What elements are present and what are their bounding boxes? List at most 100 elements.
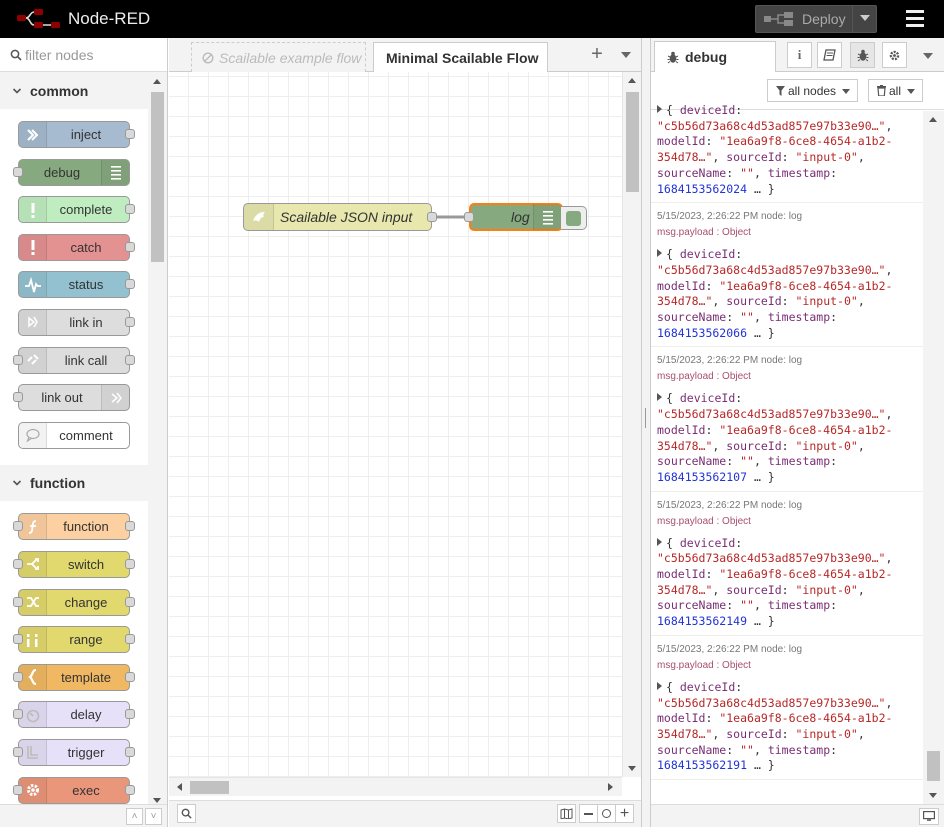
scroll-left-icon[interactable] (177, 783, 182, 791)
scroll-up-icon[interactable] (929, 117, 937, 122)
debug-message-path[interactable]: msg.payload : Object (657, 514, 923, 530)
palette-node-delay[interactable]: delay (13, 701, 135, 729)
search-flows-button[interactable] (177, 804, 196, 823)
workspace: Scailable example flow Minimal Scailable… (169, 38, 641, 827)
tab-scailable-example-flow[interactable]: Scailable example flow (191, 42, 366, 72)
add-flow-button[interactable]: + (587, 44, 607, 64)
scroll-up-icon[interactable] (153, 79, 161, 84)
palette-node-link-call[interactable]: link call (13, 346, 135, 374)
expand-arrow-icon[interactable] (657, 537, 662, 546)
value-sourceId: "input-0" (795, 726, 858, 741)
scrollbar-thumb[interactable] (151, 92, 164, 262)
expand-arrow-icon[interactable] (657, 249, 662, 258)
main-menu-button[interactable] (906, 10, 928, 28)
palette-node-trigger[interactable]: trigger (13, 738, 135, 766)
palette-node-function[interactable]: function (13, 513, 135, 541)
help-tab-button[interactable] (817, 42, 842, 68)
palette-node-change[interactable]: change (13, 588, 135, 616)
key-modelId: modelId (657, 711, 706, 726)
output-port[interactable] (427, 212, 437, 222)
scroll-up-icon[interactable] (628, 78, 636, 83)
flow-list-dropdown-icon[interactable] (621, 52, 631, 58)
zoom-in-button[interactable]: + (615, 804, 634, 823)
palette-category-common[interactable]: common (0, 73, 148, 109)
tab-minimal-scailable-flow[interactable]: Minimal Scailable Flow (373, 42, 548, 73)
palette-node-inject[interactable]: inject (18, 121, 135, 148)
palette-category-label: common (30, 83, 89, 99)
separator-grip[interactable] (645, 408, 647, 428)
palette-node-catch[interactable]: catch (18, 233, 135, 261)
navigator-button[interactable] (557, 804, 576, 823)
output-port (125, 784, 135, 795)
scroll-down-icon[interactable] (628, 766, 636, 771)
debug-message-body[interactable]: { deviceId: "c5b56d73a68c4d53ad857e97b33… (657, 247, 923, 341)
palette-scrollbar[interactable] (148, 73, 167, 809)
palette-node-switch[interactable]: switch (13, 550, 135, 578)
function-icon (28, 519, 36, 534)
debug-message-body[interactable]: { deviceId: "c5b56d73a68c4d53ad857e97b33… (657, 536, 923, 630)
expand-arrow-icon[interactable] (657, 105, 662, 113)
palette-node-label: exec (72, 782, 100, 798)
zoom-reset-button[interactable] (597, 804, 616, 823)
debug-message-path[interactable]: msg.payload : Object (657, 225, 923, 241)
palette-filter-input[interactable] (25, 46, 155, 63)
plus-icon: + (619, 804, 630, 822)
scroll-down-icon[interactable] (929, 793, 937, 798)
palette-category-function[interactable]: function (0, 465, 148, 502)
palette-node-debug[interactable]: debug (13, 158, 130, 186)
config-tab-button[interactable] (882, 42, 907, 68)
deploy-dropdown-icon[interactable] (860, 15, 870, 21)
sidebar-tabs: debug i (651, 38, 944, 73)
sidebar-tabs-dropdown-icon[interactable] (923, 53, 933, 59)
canvas-vertical-scrollbar[interactable] (622, 72, 641, 777)
flow-node-scailable-json-input[interactable]: Scailable JSON input (243, 203, 437, 231)
expand-all-button[interactable]: ˅ (145, 808, 162, 825)
debug-message-body[interactable]: { deviceId: "c5b56d73a68c4d53ad857e97b33… (657, 680, 923, 774)
palette-node-comment[interactable]: comment (18, 421, 130, 449)
debug-scrollbar[interactable] (923, 111, 944, 804)
debug-message[interactable]: 5/15/2023, 2:26:22 PM node: log msg.paylo… (651, 636, 923, 781)
palette-node-exec[interactable]: exec (13, 776, 135, 804)
info-tab-button[interactable]: i (787, 42, 812, 68)
debug-toggle-button[interactable] (561, 206, 587, 230)
scrollbar-thumb[interactable] (626, 92, 639, 192)
value-sourceName: "" (740, 310, 754, 325)
expand-arrow-icon[interactable] (657, 393, 662, 402)
scroll-right-icon[interactable] (608, 783, 613, 791)
list-icon (542, 211, 553, 225)
open-window-button[interactable] (919, 808, 939, 825)
flow-wire[interactable] (169, 72, 622, 777)
palette-node-range[interactable]: range (13, 626, 135, 654)
debug-message[interactable]: { deviceId: "c5b56d73a68c4d53ad857e97b33… (651, 99, 923, 204)
debug-message[interactable]: 5/15/2023, 2:26:22 PM node: log msg.paylo… (651, 203, 923, 348)
debug-tab-button[interactable] (850, 42, 875, 68)
sidebar-separator[interactable] (641, 38, 651, 827)
palette-node-status[interactable]: status (18, 271, 135, 299)
debug-message-path[interactable]: msg.payload : Object (657, 658, 923, 674)
expand-arrow-icon[interactable] (657, 681, 662, 690)
deploy-button[interactable]: Deploy (755, 5, 877, 33)
tab-debug[interactable]: debug (654, 41, 776, 73)
canvas-horizontal-scrollbar[interactable] (169, 777, 622, 796)
palette-node-link-out[interactable]: link out (13, 384, 130, 412)
zoom-out-button[interactable] (579, 804, 598, 823)
debug-message-body[interactable]: { deviceId: "c5b56d73a68c4d53ad857e97b33… (657, 103, 923, 197)
debug-message-body[interactable]: { deviceId: "c5b56d73a68c4d53ad857e97b33… (657, 391, 923, 485)
palette-node-link-in[interactable]: link in (18, 308, 135, 336)
debug-message[interactable]: 5/15/2023, 2:26:22 PM node: log msg.paylo… (651, 347, 923, 492)
debug-message-meta: 5/15/2023, 2:26:22 PM node: log (657, 211, 803, 223)
key-sourceName: sourceName (657, 310, 727, 325)
palette-node-complete[interactable]: complete (18, 196, 135, 224)
scrollbar-thumb[interactable] (190, 781, 229, 794)
input-port[interactable] (464, 212, 474, 222)
debug-message[interactable]: 5/15/2023, 2:26:22 PM node: log msg.paylo… (651, 492, 923, 636)
palette-node-template[interactable]: template (13, 663, 135, 691)
palette-node-icon-area (19, 739, 47, 765)
scrollbar-thumb[interactable] (927, 751, 940, 781)
flow-node-log[interactable]: log (464, 203, 563, 231)
debug-message-path[interactable]: msg.payload : Object (657, 369, 923, 385)
scroll-down-icon[interactable] (153, 798, 161, 803)
collapse-all-button[interactable]: ˄ (126, 808, 143, 825)
flow-canvas[interactable]: Scailable JSON input log (169, 72, 622, 777)
palette-categories: common inject debug complete catch status link… (0, 73, 148, 809)
